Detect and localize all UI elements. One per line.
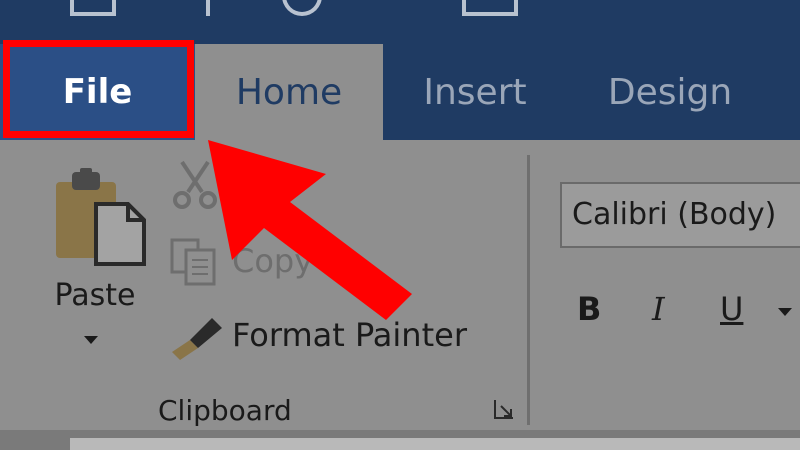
clipboard-group-label: Clipboard bbox=[158, 394, 292, 427]
red-arrow-icon bbox=[208, 140, 412, 320]
word-window: File Home Insert Design Paste Copy Forma… bbox=[0, 0, 800, 450]
document-area-edge bbox=[70, 438, 800, 450]
tab-design[interactable]: Design bbox=[575, 44, 765, 140]
tab-design-label: Design bbox=[607, 71, 733, 113]
tab-home-label: Home bbox=[235, 71, 343, 113]
tab-insert[interactable]: Insert bbox=[395, 44, 555, 140]
dialog-launcher-icon[interactable] bbox=[493, 398, 515, 420]
bold-button[interactable]: B bbox=[577, 290, 601, 328]
touch-mode-icon[interactable] bbox=[462, 0, 518, 16]
redo-icon[interactable] bbox=[282, 0, 322, 16]
tab-insert-label: Insert bbox=[423, 71, 527, 113]
group-divider bbox=[527, 155, 530, 425]
italic-button[interactable]: I bbox=[652, 290, 665, 328]
file-tab-highlight bbox=[3, 40, 194, 138]
undo-icon[interactable] bbox=[190, 0, 210, 16]
tab-home[interactable]: Home bbox=[195, 44, 383, 140]
underline-dropdown-icon[interactable] bbox=[778, 308, 792, 316]
underline-button[interactable]: U bbox=[720, 290, 743, 328]
paste-dropdown-icon[interactable] bbox=[84, 336, 98, 344]
save-icon[interactable] bbox=[70, 0, 116, 16]
paste-button-label[interactable]: Paste bbox=[40, 278, 150, 313]
font-name-select[interactable]: Calibri (Body) bbox=[560, 182, 800, 248]
paste-icon[interactable] bbox=[50, 168, 150, 268]
